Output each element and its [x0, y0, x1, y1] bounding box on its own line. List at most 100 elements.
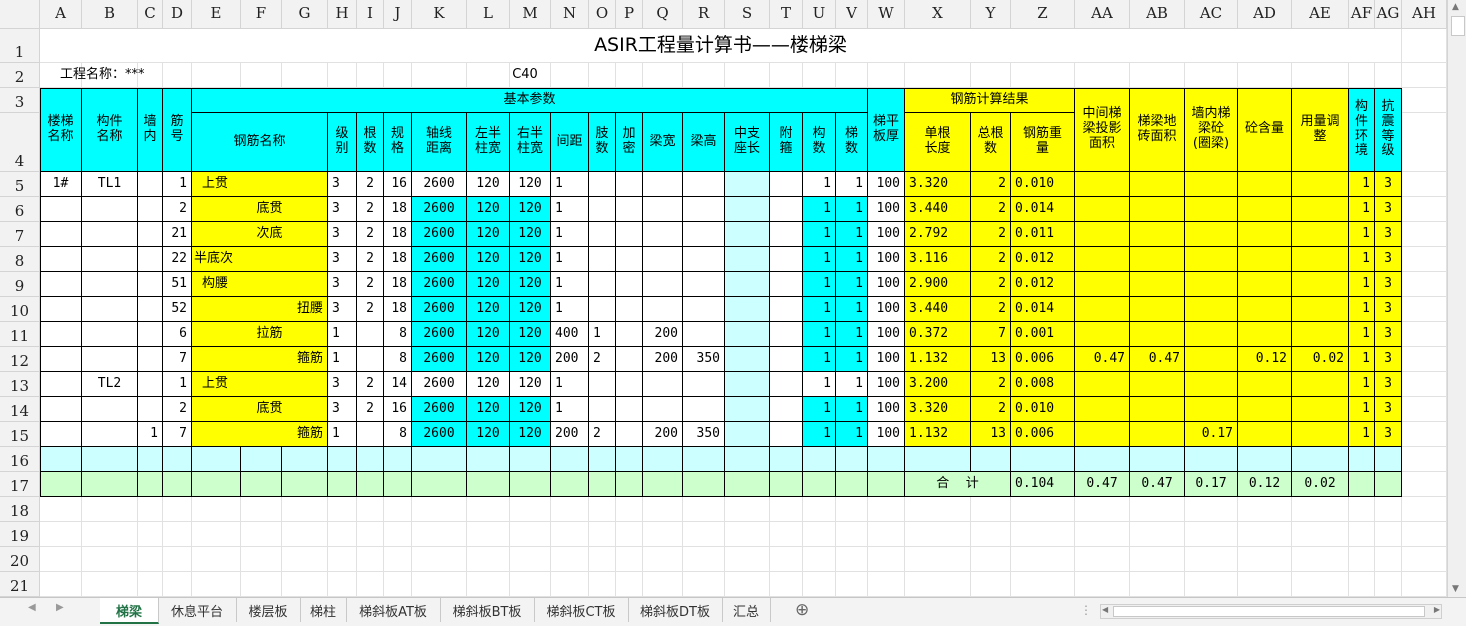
empty-cell[interactable]: [1402, 297, 1447, 322]
mid-support-cell[interactable]: [725, 297, 770, 322]
total-row-cell[interactable]: [138, 472, 163, 497]
landing-thickness-header[interactable]: 梯平 板厚: [868, 88, 905, 172]
mid-support-header[interactable]: 中支 座长: [725, 113, 770, 172]
left-col-cell[interactable]: 120: [467, 397, 510, 422]
empty-cell[interactable]: [1075, 522, 1130, 547]
brick-area-cell[interactable]: [1130, 397, 1185, 422]
total-row-cell[interactable]: [384, 472, 412, 497]
empty-cell[interactable]: [357, 497, 384, 522]
total-concrete-qty[interactable]: 0.12: [1238, 472, 1292, 497]
extra-stirrup-cell[interactable]: [770, 197, 803, 222]
empty-cell[interactable]: [1402, 63, 1447, 88]
left-col-cell[interactable]: 120: [467, 172, 510, 197]
spec-cell[interactable]: 18: [384, 197, 412, 222]
row-header[interactable]: 9: [0, 272, 40, 297]
column-header[interactable]: A: [40, 0, 82, 29]
blank-row-cell[interactable]: [328, 447, 357, 472]
axis-distance-cell[interactable]: 2600: [412, 197, 467, 222]
column-header[interactable]: B: [82, 0, 138, 29]
row-header[interactable]: 16: [0, 447, 40, 472]
empty-cell[interactable]: [1011, 63, 1075, 88]
sheet-tab[interactable]: 梯斜板AT板: [346, 598, 441, 622]
usage-adjust-cell[interactable]: 0.02: [1292, 347, 1349, 372]
in-wall-cell[interactable]: [138, 397, 163, 422]
mid-projection-area-cell[interactable]: [1075, 397, 1130, 422]
vertical-scroll-thumb[interactable]: [1451, 16, 1465, 36]
column-header[interactable]: AB: [1130, 0, 1185, 29]
legs-header[interactable]: 肢 数: [589, 113, 616, 172]
unit-length-cell[interactable]: 1.132: [905, 422, 971, 447]
horizontal-scrollbar[interactable]: ◀ ▶: [1100, 604, 1442, 619]
empty-cell[interactable]: [1402, 472, 1447, 497]
spec-cell[interactable]: 16: [384, 397, 412, 422]
empty-cell[interactable]: [328, 497, 357, 522]
empty-cell[interactable]: [1402, 272, 1447, 297]
member-name-cell[interactable]: [82, 272, 138, 297]
spacing-cell[interactable]: 1: [551, 197, 589, 222]
beam-height-cell[interactable]: [683, 222, 725, 247]
blank-row-cell[interactable]: [241, 447, 282, 472]
empty-cell[interactable]: [725, 497, 770, 522]
sheet-tab[interactable]: 梯斜板DT板: [628, 598, 723, 622]
stair-name-cell[interactable]: [40, 197, 82, 222]
usage-adjust-cell[interactable]: [1292, 247, 1349, 272]
beam-width-cell[interactable]: [643, 222, 683, 247]
in-wall-cell[interactable]: [138, 247, 163, 272]
mid-projection-area-cell[interactable]: [1075, 222, 1130, 247]
stair-name-cell[interactable]: [40, 347, 82, 372]
bar-name-cell[interactable]: 半底次: [192, 247, 328, 272]
stair-name-cell[interactable]: [40, 397, 82, 422]
row-header[interactable]: 7: [0, 222, 40, 247]
left-col-header[interactable]: 左半 柱宽: [467, 113, 510, 172]
steel-weight-cell[interactable]: 0.012: [1011, 247, 1075, 272]
steel-weight-cell[interactable]: 0.008: [1011, 372, 1075, 397]
wall-concrete-cell[interactable]: [1185, 372, 1238, 397]
sheet-tab[interactable]: 休息平台: [158, 598, 237, 622]
extra-stirrup-cell[interactable]: [770, 422, 803, 447]
steel-weight-cell[interactable]: 0.006: [1011, 422, 1075, 447]
bar-no-cell[interactable]: 1: [163, 172, 192, 197]
empty-cell[interactable]: [803, 522, 836, 547]
blank-row-cell[interactable]: [412, 447, 467, 472]
members-cell[interactable]: 1: [803, 422, 836, 447]
count-cell[interactable]: [357, 322, 384, 347]
column-header[interactable]: C: [138, 0, 163, 29]
total-count-cell[interactable]: 2: [971, 247, 1011, 272]
total-row-cell[interactable]: [589, 472, 616, 497]
bar-no-cell[interactable]: 21: [163, 222, 192, 247]
empty-cell[interactable]: [282, 522, 328, 547]
empty-cell[interactable]: [971, 63, 1011, 88]
total-row-cell[interactable]: [725, 472, 770, 497]
empty-cell[interactable]: [328, 547, 357, 572]
environment-cell[interactable]: 1: [1349, 397, 1375, 422]
unit-length-cell[interactable]: 3.440: [905, 197, 971, 222]
empty-cell[interactable]: [412, 497, 467, 522]
bar-no-cell[interactable]: 7: [163, 422, 192, 447]
right-col-cell[interactable]: 120: [510, 347, 551, 372]
total-wall-concrete[interactable]: 0.17: [1185, 472, 1238, 497]
empty-cell[interactable]: [467, 547, 510, 572]
brick-area-cell[interactable]: [1130, 297, 1185, 322]
empty-cell[interactable]: [905, 63, 971, 88]
legs-cell[interactable]: [589, 222, 616, 247]
concrete-qty-cell[interactable]: [1238, 297, 1292, 322]
bar-no-cell[interactable]: 7: [163, 347, 192, 372]
tab-scroll-left-icon[interactable]: ◀: [28, 602, 36, 613]
empty-cell[interactable]: [510, 572, 551, 597]
blank-row-cell[interactable]: [163, 447, 192, 472]
wall-concrete-header[interactable]: 墙内梯 梁砼 (圈梁): [1185, 88, 1238, 172]
extra-stirrup-cell[interactable]: [770, 247, 803, 272]
empty-cell[interactable]: [589, 572, 616, 597]
steel-weight-cell[interactable]: 0.014: [1011, 197, 1075, 222]
empty-cell[interactable]: [868, 572, 905, 597]
empty-cell[interactable]: [357, 522, 384, 547]
column-header[interactable]: I: [357, 0, 384, 29]
blank-row-cell[interactable]: [770, 447, 803, 472]
row-header[interactable]: 6: [0, 197, 40, 222]
count-cell[interactable]: 2: [357, 272, 384, 297]
mid-support-cell[interactable]: [725, 247, 770, 272]
empty-cell[interactable]: [589, 547, 616, 572]
column-header[interactable]: AD: [1238, 0, 1292, 29]
beam-width-cell[interactable]: 200: [643, 422, 683, 447]
blank-row-cell[interactable]: [1075, 447, 1130, 472]
